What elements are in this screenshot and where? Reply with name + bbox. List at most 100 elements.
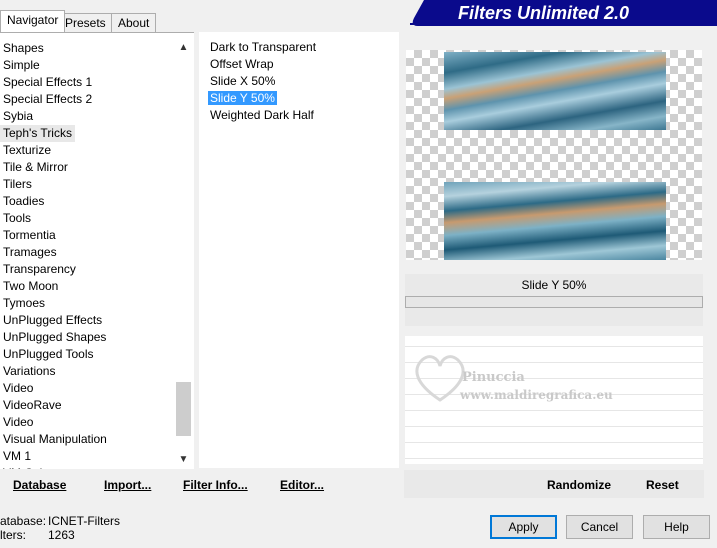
preview-image-area: [406, 50, 702, 260]
status-filters-value: 1263: [48, 528, 75, 542]
category-item-label: Two Moon: [3, 279, 59, 293]
category-item[interactable]: Variations: [0, 363, 175, 380]
filter-info-button[interactable]: Filter Info...: [183, 478, 248, 492]
filter-item[interactable]: Slide X 50%: [208, 73, 318, 90]
scroll-down-icon[interactable]: ▼: [175, 451, 192, 468]
scroll-up-icon[interactable]: ▲: [175, 39, 192, 56]
category-scrollbar[interactable]: ▲ ▼: [175, 33, 192, 469]
category-item-label: Variations: [3, 364, 56, 378]
param-divider: [405, 346, 703, 347]
cancel-button[interactable]: Cancel: [566, 515, 633, 539]
filter-item[interactable]: Offset Wrap: [208, 56, 318, 73]
category-item[interactable]: Simple: [0, 57, 175, 74]
category-item[interactable]: Tile & Mirror: [0, 159, 175, 176]
filter-item[interactable]: Slide Y 50%: [208, 90, 318, 107]
category-item-label: VideoRave: [3, 398, 62, 412]
category-item-label: Simple: [3, 58, 40, 72]
reset-button[interactable]: Reset: [646, 478, 679, 492]
category-item[interactable]: Video: [0, 414, 175, 431]
category-item-label: UnPlugged Tools: [3, 347, 94, 361]
category-item[interactable]: Visual Manipulation: [0, 431, 175, 448]
category-item[interactable]: Shapes: [0, 40, 175, 57]
category-item[interactable]: UnPlugged Tools: [0, 346, 175, 363]
filter-list[interactable]: Dark to Transparent Offset Wrap Slide X 50…: [199, 32, 399, 468]
category-item[interactable]: Tormentia: [0, 227, 175, 244]
watermark-url: www.maldiregrafica.eu: [460, 388, 613, 402]
filter-name-box: Slide Y 50%: [405, 274, 703, 326]
category-item-label: Special Effects 2: [3, 92, 93, 106]
import-button[interactable]: Import...: [104, 478, 151, 492]
category-item[interactable]: Transparency: [0, 261, 175, 278]
category-item-label: Tymoes: [3, 296, 46, 310]
category-item-label: Visual Manipulation: [3, 432, 107, 446]
watermark-name: Pinuccia: [462, 370, 525, 385]
category-item-label: Shapes: [3, 41, 44, 55]
app-title: Filters Unlimited 2.0: [458, 3, 630, 23]
category-item-label: Transparency: [3, 262, 76, 276]
status-filters-label: lters:: [0, 528, 27, 542]
category-item-label: Toadies: [3, 194, 45, 208]
category-item[interactable]: VideoRave: [0, 397, 175, 414]
randomize-button[interactable]: Randomize: [547, 478, 611, 492]
category-item-label: Video: [3, 415, 34, 429]
title-banner: Filters Unlimited 2.0: [410, 0, 717, 26]
category-item[interactable]: Special Effects 2: [0, 91, 175, 108]
category-item[interactable]: Tilers: [0, 176, 175, 193]
status-database-value: ICNET-Filters: [48, 514, 120, 528]
scrollbar-thumb[interactable]: [176, 382, 191, 436]
category-item[interactable]: Video: [0, 380, 175, 397]
category-item-label: Tools: [3, 211, 32, 225]
filter-item-label: Slide Y 50%: [208, 91, 277, 105]
watermark: Pinuccia www.maldiregrafica.eu: [410, 350, 640, 410]
apply-button[interactable]: Apply: [490, 515, 557, 539]
category-item[interactable]: Tymoes: [0, 295, 175, 312]
category-item-label: Texturize: [3, 143, 52, 157]
status-database-label: atabase:: [0, 514, 47, 528]
category-item[interactable]: VM 1: [0, 448, 175, 465]
help-button[interactable]: Help: [643, 515, 710, 539]
category-item[interactable]: Toadies: [0, 193, 175, 210]
category-item[interactable]: UnPlugged Shapes: [0, 329, 175, 346]
category-item[interactable]: Tramages: [0, 244, 175, 261]
filter-name-label: Slide Y 50%: [521, 278, 587, 292]
param-divider: [405, 410, 703, 411]
category-item-label: Sybia: [3, 109, 34, 123]
category-item[interactable]: Sybia: [0, 108, 175, 125]
category-item-label: Tilers: [3, 177, 32, 191]
category-item-partial[interactable]: VM Color: [0, 465, 175, 469]
filter-item-label: Offset Wrap: [210, 57, 274, 71]
category-item[interactable]: Tools: [0, 210, 175, 227]
category-item-label: Tormentia: [3, 228, 56, 242]
category-item-label: Teph's Tricks: [0, 125, 75, 142]
param-divider: [405, 458, 703, 459]
category-item[interactable]: Two Moon: [0, 278, 175, 295]
category-item-label: UnPlugged Effects: [3, 313, 103, 327]
preview-image-bottom: [444, 182, 666, 260]
param-divider: [405, 442, 703, 443]
filter-item-label: Weighted Dark Half: [210, 108, 314, 122]
category-item-label: Tramages: [3, 245, 57, 259]
preview-image-top: [444, 52, 666, 130]
filter-item-label: Slide X 50%: [210, 74, 276, 88]
filter-item[interactable]: Weighted Dark Half: [208, 107, 318, 124]
database-button[interactable]: Database: [13, 478, 66, 492]
category-item-label: VM 1: [3, 449, 32, 463]
category-item[interactable]: UnPlugged Effects: [0, 312, 175, 329]
category-item[interactable]: Texturize: [0, 142, 175, 159]
filter-item-label: Dark to Transparent: [210, 40, 317, 54]
bottom-toolbar-left: Database Import... Filter Info... Editor…: [0, 470, 399, 498]
tab-presets[interactable]: Presets: [58, 13, 113, 33]
category-item[interactable]: Special Effects 1: [0, 74, 175, 91]
editor-button[interactable]: Editor...: [280, 478, 324, 492]
category-list[interactable]: Shapes Simple Special Effects 1 Special Eff…: [0, 32, 194, 469]
bottom-toolbar-right: Randomize Reset: [404, 470, 704, 498]
category-item-label: Video: [3, 381, 34, 395]
category-item[interactable]: Teph's Tricks: [0, 125, 175, 142]
param-divider: [405, 426, 703, 427]
tab-about[interactable]: About: [111, 13, 157, 33]
category-item-label: Tile & Mirror: [3, 160, 68, 174]
filter-item[interactable]: Dark to Transparent: [208, 39, 318, 56]
tab-navigator[interactable]: Navigator: [0, 10, 66, 32]
filter-progress-bar: [405, 296, 703, 308]
category-item-label: Special Effects 1: [3, 75, 93, 89]
